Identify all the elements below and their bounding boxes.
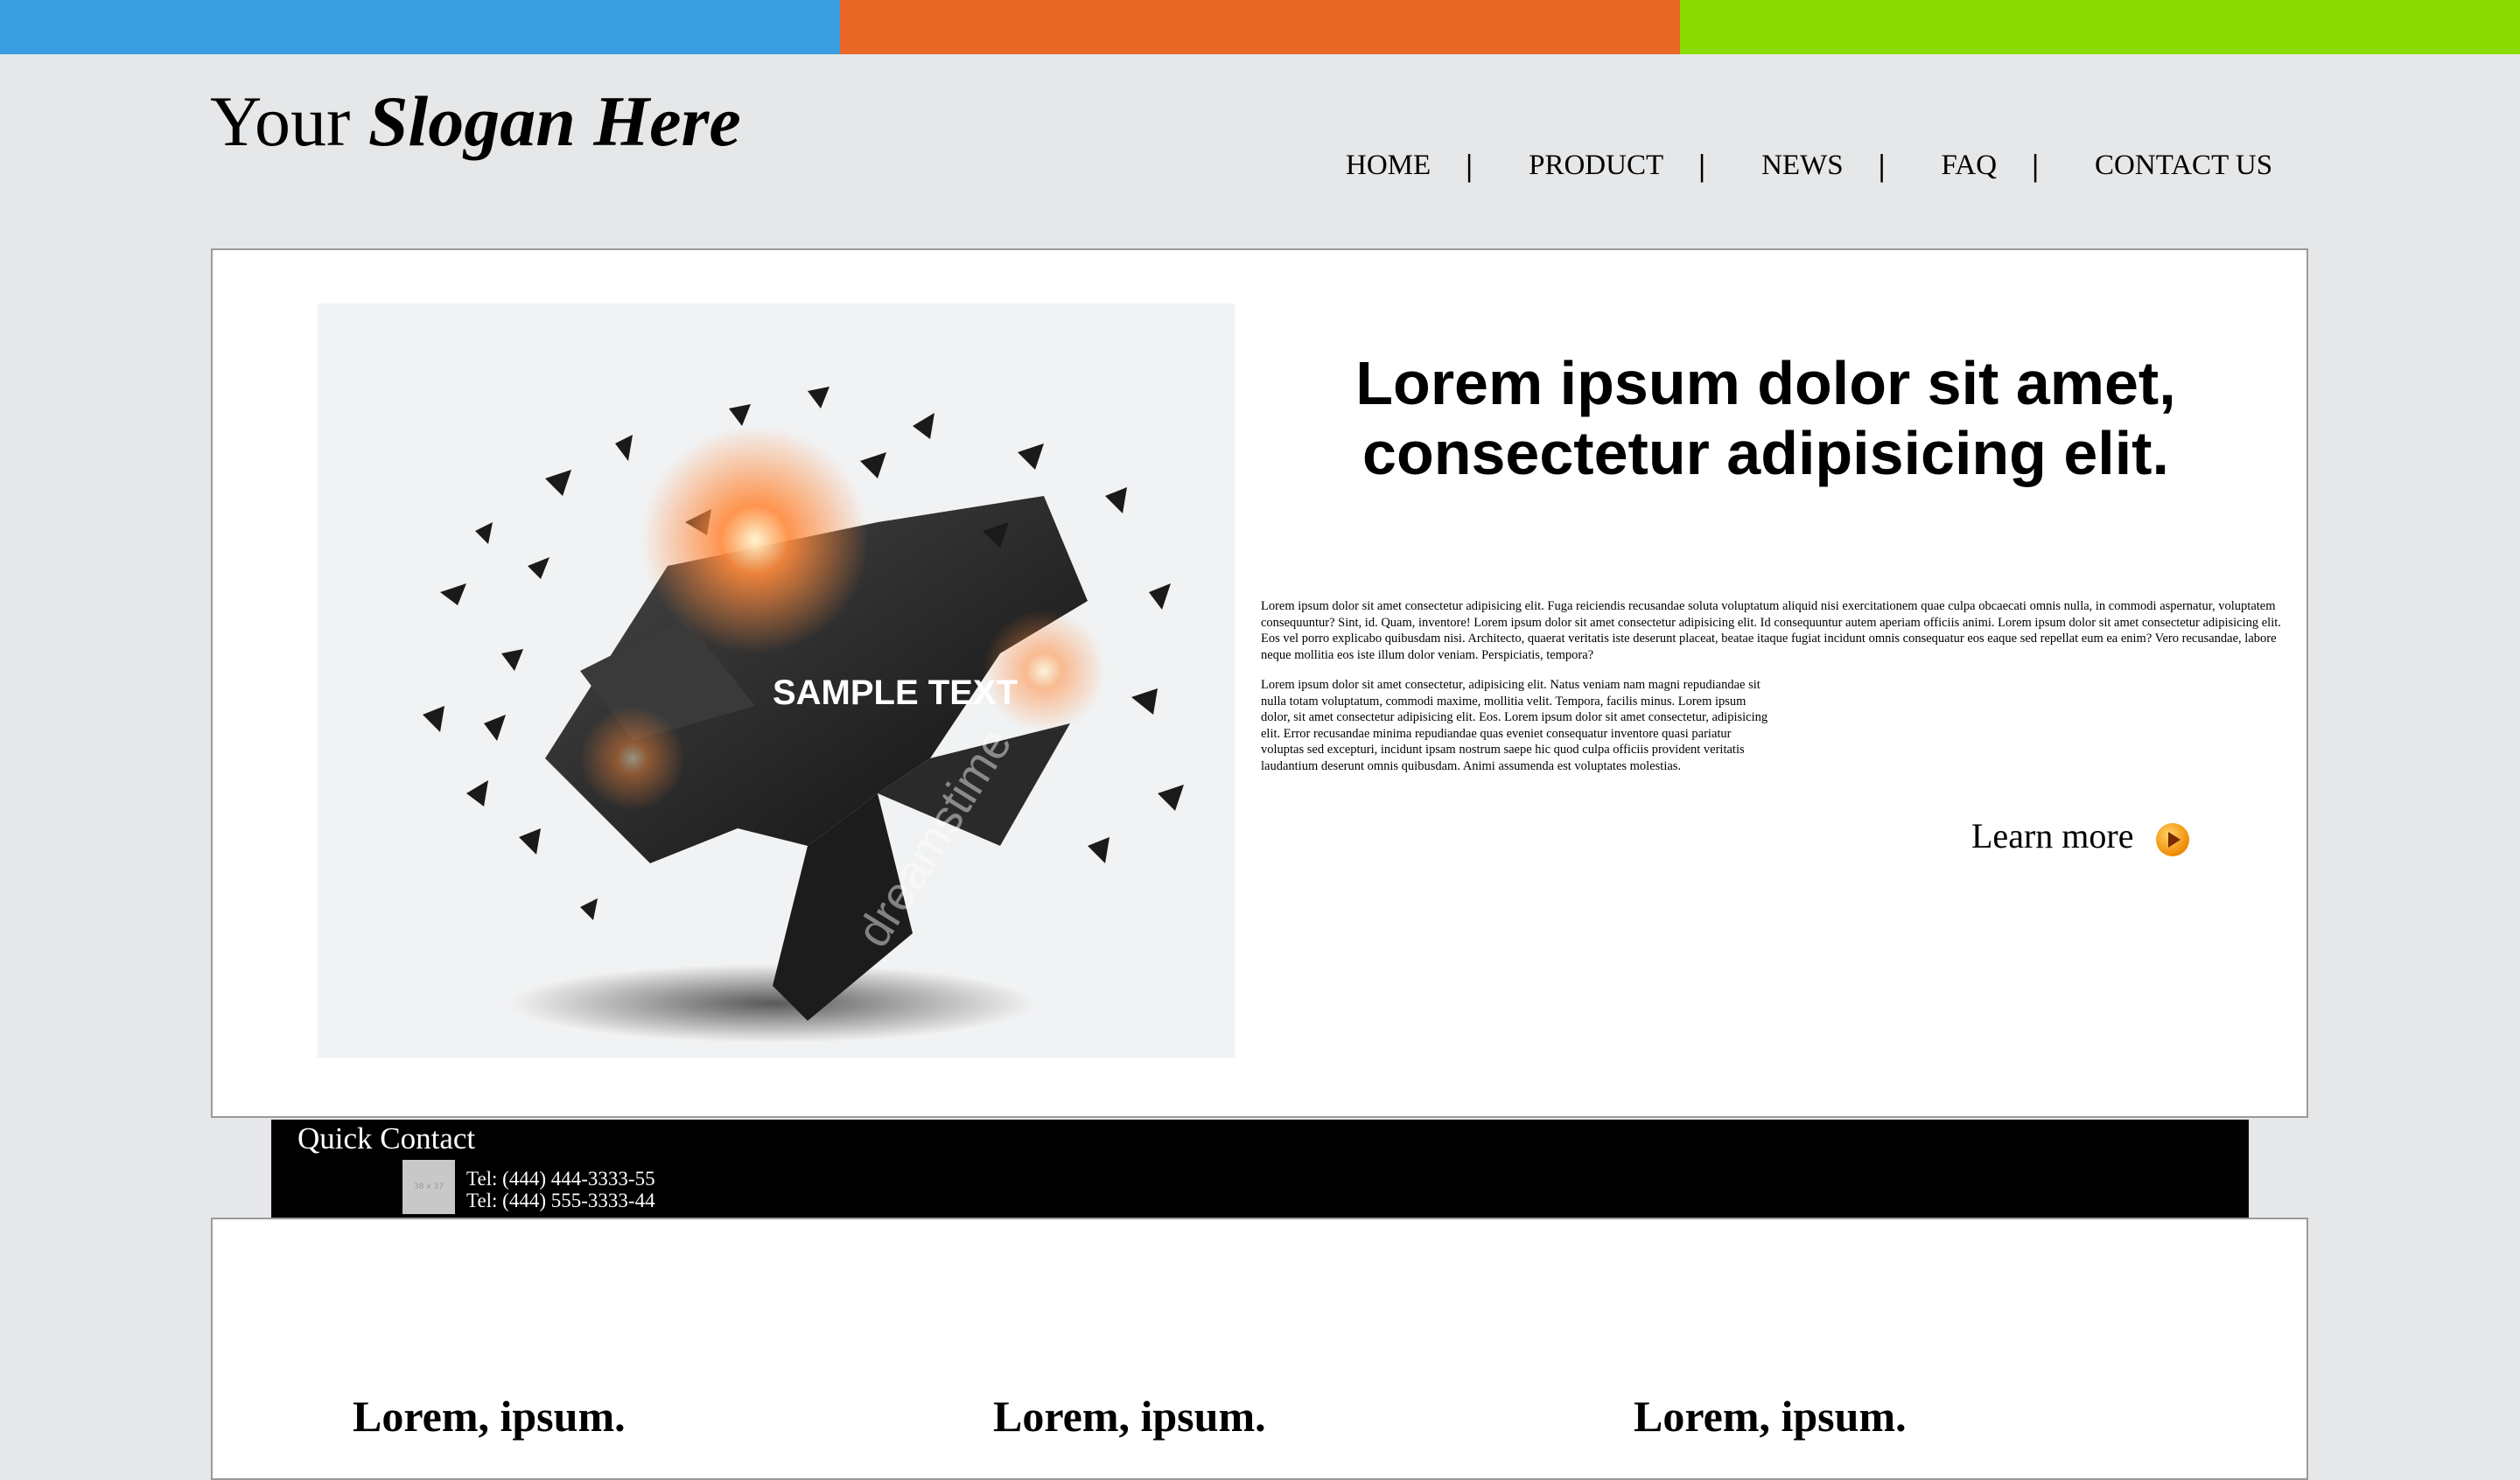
nav-home[interactable]: HOME bbox=[1346, 150, 1431, 182]
top-color-bar bbox=[0, 0, 2520, 54]
site-slogan[interactable]: Your Slogan Here bbox=[210, 86, 741, 157]
top-bar-orange bbox=[840, 0, 1680, 54]
nav-separator: | bbox=[1878, 148, 1886, 183]
nav-product[interactable]: PRODUCT bbox=[1529, 150, 1663, 182]
quick-contact-bar: Quick Contact 38 x 37 Tel: (444) 444-333… bbox=[271, 1120, 2249, 1218]
main-nav: HOME | PRODUCT | NEWS | FAQ | CONTACT US bbox=[1346, 147, 2272, 184]
phone-number-2[interactable]: Tel: (444) 555-3333-44 bbox=[466, 1190, 655, 1211]
slogan-emphasis: Slogan Here bbox=[368, 81, 741, 161]
abstract-shatter-image: SAMPLE TEXT dreamstime bbox=[318, 304, 1235, 1058]
top-bar-blue bbox=[0, 0, 840, 54]
features-panel: Lorem, ipsum. Lorem, ipsum. Lorem, ipsum… bbox=[211, 1218, 2308, 1480]
play-arrow-icon bbox=[2156, 822, 2190, 856]
nav-contact-us[interactable]: CONTACT US bbox=[2095, 150, 2272, 182]
learn-more-button[interactable]: Learn more bbox=[1971, 815, 2190, 856]
slogan-prefix: Your bbox=[210, 81, 351, 161]
hero-title: Lorem ipsum dolor sit amet, consectetur … bbox=[1328, 348, 2203, 488]
hero-paragraph-1: Lorem ipsum dolor sit amet consectetur a… bbox=[1261, 599, 2281, 662]
hero-title-line1: Lorem ipsum dolor sit amet, bbox=[1355, 349, 2176, 417]
hero-paragraph-2: Lorem ipsum dolor sit amet consectetur, … bbox=[1261, 678, 1768, 773]
nav-separator: | bbox=[1466, 148, 1474, 183]
feature-title-2: Lorem, ipsum. bbox=[993, 1392, 1266, 1441]
feature-title-1: Lorem, ipsum. bbox=[353, 1392, 626, 1441]
hero-title-line2: consectetur adipisicing elit. bbox=[1362, 419, 2169, 487]
top-bar-green bbox=[1680, 0, 2520, 54]
feature-title-3: Lorem, ipsum. bbox=[1634, 1392, 1907, 1441]
contact-thumbnail: 38 x 37 bbox=[402, 1160, 455, 1214]
nav-faq[interactable]: FAQ bbox=[1942, 150, 1998, 182]
nav-separator: | bbox=[1698, 148, 1706, 183]
hero-image-label: SAMPLE TEXT bbox=[773, 674, 1018, 712]
hero-panel: SAMPLE TEXT dreamstime Lorem ipsum dolor… bbox=[211, 248, 2308, 1118]
hero-image: SAMPLE TEXT dreamstime bbox=[318, 304, 1235, 1058]
nav-news[interactable]: NEWS bbox=[1761, 150, 1844, 182]
phone-number-1[interactable]: Tel: (444) 444-3333-55 bbox=[466, 1168, 655, 1190]
nav-separator: | bbox=[2032, 148, 2040, 183]
quick-contact-title: Quick Contact bbox=[298, 1121, 476, 1155]
learn-more-label: Learn more bbox=[1971, 816, 2134, 855]
